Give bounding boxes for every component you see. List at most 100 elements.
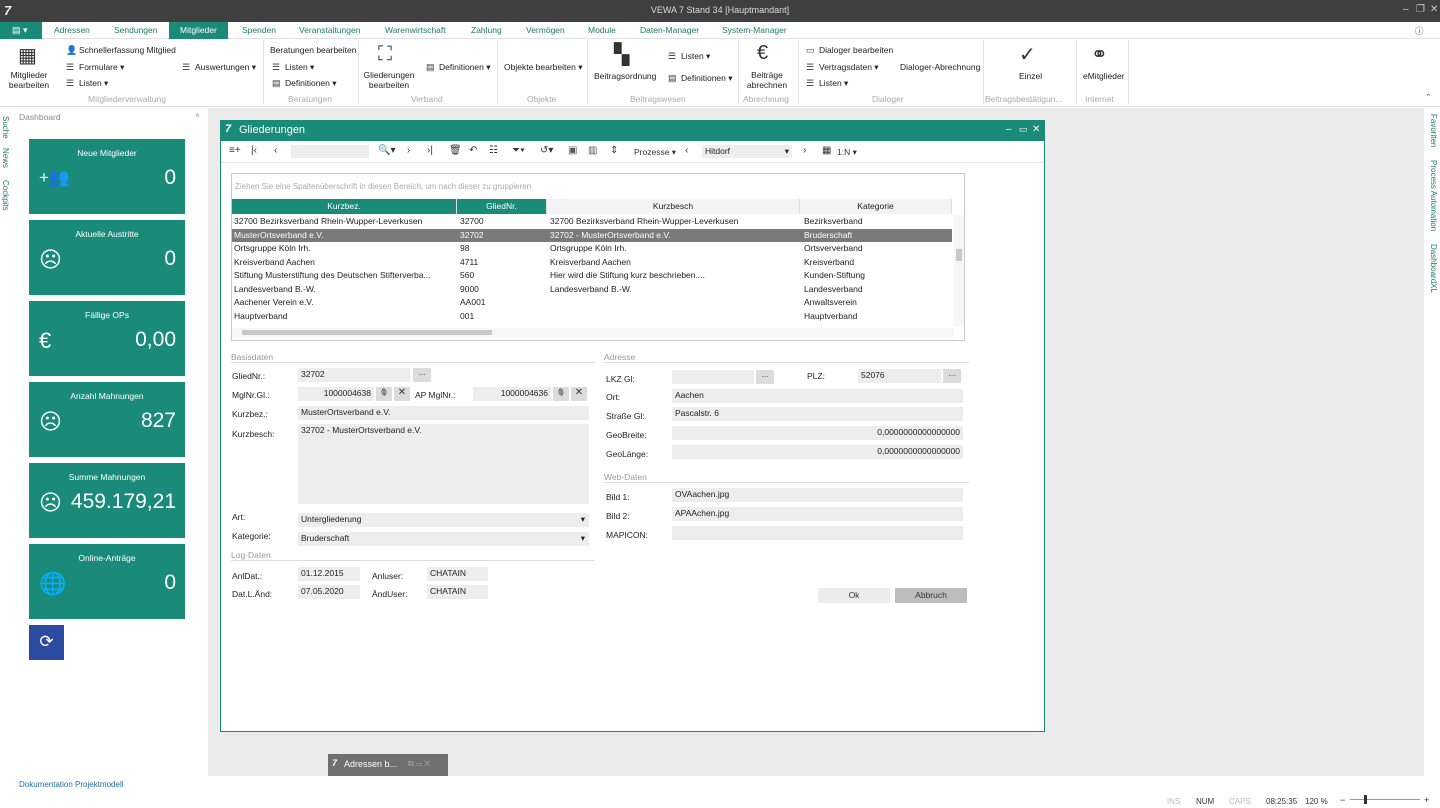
tile-summe-mahnungen[interactable]: Summe Mahnungen ☹ 459.179,21 [29,463,185,538]
tab-sendungen[interactable]: Sendungen [114,25,158,35]
pdf-export-icon[interactable]: ▣ [568,145,577,156]
auswertungen-button[interactable]: ☰ Auswertungen ▾ [182,62,256,73]
zoom-in-icon[interactable]: + [1424,795,1429,805]
sidenav-suche[interactable]: Suche [1,116,10,139]
rightnav-process-automation[interactable]: Process Automation [1429,160,1438,231]
beitragsordnung-button[interactable]: Beitragsordnung [594,71,656,81]
kurzbesch-textarea[interactable]: 32702 - MusterOrtsverband e.V. [298,424,589,504]
vertical-scrollbar[interactable] [954,215,964,327]
doc-link[interactable]: Dokumentation Projektmodell [19,780,124,789]
zoom-slider-thumb[interactable] [1364,795,1367,804]
tab-warenwirtschaft[interactable]: Warenwirtschaft [385,25,446,35]
scrollbar-thumb[interactable] [956,249,962,261]
next-page-icon[interactable]: › [803,145,806,156]
mglnr-clear-button[interactable]: ✕ [394,387,410,401]
geolaenge-field[interactable]: 0,0000000000000000 [672,445,963,459]
table-row[interactable]: Aachener Verein e.V. AA001 Anwaltsverein [232,296,952,310]
ratio-menu[interactable]: 1:N ▾ [837,147,857,158]
tab-adressen[interactable]: Adressen [54,25,90,35]
mitglieder-bearbeiten-button[interactable]: Mitglieder bearbeiten [5,70,53,90]
zoom-slider[interactable] [1350,799,1420,800]
ap-link-button[interactable]: ⟬⟭ [553,387,569,401]
rightnav-dashboardxl[interactable]: DashboardXL [1429,244,1438,293]
pin-icon[interactable]: ª [196,112,199,121]
column-header-gliednr[interactable]: GliedNr. [457,199,547,214]
taskbar-restore-icon[interactable]: ⧉ ▭ ✕ [408,759,430,769]
beratungen-definitionen-button[interactable]: ▤ Definitionen ▾ [272,78,337,89]
objekte-bearbeiten-button[interactable]: Objekte bearbeiten ▾ [504,62,582,73]
sidenav-cockpits[interactable]: Cockpits [1,180,10,211]
table-row[interactable]: Stiftung Musterstiftung des Deutschen St… [232,269,952,283]
next-record-icon[interactable]: › [407,145,410,156]
bw-listen-button[interactable]: ☰ Listen ▾ [668,51,710,62]
prev-record-icon[interactable]: ‹ [274,145,277,156]
minimize-icon[interactable]: – [1403,4,1409,15]
collapse-ribbon-icon[interactable]: ⌃ [1425,92,1432,103]
gliederungen-bearbeiten-button[interactable]: Gliederungen bearbeiten [362,70,416,90]
column-header-kurzbesch[interactable]: Kurzbesch [547,199,800,214]
gliednr-lookup-button[interactable]: ... [413,368,431,382]
table-row[interactable]: Landesverband B.-W. 9000 Landesverband B.-… [232,283,952,297]
tab-system-manager[interactable]: System-Manager [722,25,787,35]
vertragsdaten-button[interactable]: ☰ Vertragsdaten ▾ [806,62,879,73]
hitdorf-dropdown[interactable]: Hitdorf ▾ [702,145,792,158]
einzel-button[interactable]: Einzel [1019,71,1042,81]
dialoger-listen-button[interactable]: ☰ Listen ▾ [806,78,848,89]
bw-definitionen-button[interactable]: ▤ Definitionen ▾ [668,73,733,84]
tile-neue-mitglieder[interactable]: Neue Mitglieder +👥 0 [29,139,185,214]
ort-field[interactable]: Aachen [672,389,963,403]
dialog-maximize-icon[interactable]: ▭ [1019,124,1028,135]
bild1-field[interactable]: OVAachen.jpg [672,488,963,502]
app-menu-button[interactable]: ▤ ▾ [0,22,42,39]
table-row[interactable]: Hauptverband 001 Hauptverband [232,310,952,324]
ok-button[interactable]: Ok [818,588,890,603]
mglnr-field[interactable]: 1000004638 [298,387,374,401]
gliednr-field[interactable]: 32702 [298,368,410,382]
table-row[interactable]: 32700 Bezirksverband Rhein-Wupper-Leverk… [232,215,952,229]
history-icon[interactable]: ↺▾ [540,145,553,156]
search-icon[interactable]: 🔍▾ [378,145,395,156]
add-row-icon[interactable]: ≡+ [229,145,241,156]
numbered-list-icon[interactable]: ☷ [489,145,498,156]
bild2-field[interactable]: APAAchen.jpg [672,507,963,521]
strasse-field[interactable]: Pascalstr. 6 [672,407,963,421]
lkz-lookup-button[interactable]: ... [756,370,774,384]
tab-veranstaltungen[interactable]: Veranstaltungen [299,25,360,35]
listen-button[interactable]: ☰ Listen ▾ [66,78,108,89]
table-row[interactable]: Ortsgruppe Köln Irh. 98 Ortsgruppe Köln Ir… [232,242,952,256]
last-record-icon[interactable]: ›| [427,145,433,156]
tab-zahlung[interactable]: Zahlung [471,25,502,35]
plz-field[interactable]: 52076 [858,369,941,383]
mglnr-link-button[interactable]: ⟬⟭ [376,387,392,401]
table-row[interactable]: Kreisverband Aachen 4711 Kreisverband Aach… [232,256,952,270]
dialoger-bearbeiten-button[interactable]: ▭ Dialoger bearbeiten [806,45,893,56]
dialoger-abrechnung-button[interactable]: Dialoger-Abrechnung [900,62,980,72]
verband-definitionen-button[interactable]: ▤ Definitionen ▾ [426,62,491,73]
zoom-out-icon[interactable]: − [1340,795,1345,805]
help-icon[interactable]: ⓘ [1415,25,1424,37]
filter-icon[interactable]: ⏷▾ [512,145,525,156]
ap-mglnr-field[interactable]: 1000004636 [473,387,551,401]
mapicon-field[interactable] [672,526,963,540]
tile-anzahl-mahnungen[interactable]: Anzahl Mahnungen ☹ 827 [29,382,185,457]
sidenav-news[interactable]: News [1,148,10,168]
prozesse-menu[interactable]: Prozesse ▾ [634,147,676,158]
lkz-field[interactable] [672,370,754,384]
rightnav-favoriten[interactable]: Favoriten [1429,114,1438,147]
beitraege-abrechnen-button[interactable]: Beiträge abrechnen [740,70,794,90]
prev-page-icon[interactable]: ‹ [685,145,688,156]
dialog-close-icon[interactable]: ✕ [1032,124,1040,135]
beratungen-bearbeiten-button[interactable]: Beratungen bearbeiten [270,45,357,55]
tab-daten-manager[interactable]: Daten-Manager [640,25,699,35]
excel-export-icon[interactable]: ▥ [588,145,597,156]
geobreite-field[interactable]: 0,0000000000000000 [672,426,963,440]
kategorie-select[interactable]: Bruderschaft ▾ [298,532,589,546]
taskbar-item-adressen[interactable]: 7 Adressen b... ⧉ ▭ ✕ [328,754,448,776]
schnellerfassung-button[interactable]: 👤 Schnellerfassung Mitglied [66,45,176,56]
emitglieder-button[interactable]: eMitglieder [1083,71,1125,81]
tile-online-antraege[interactable]: Online-Anträge 🌐 0 [29,544,185,619]
beratungen-listen-button[interactable]: ☰ Listen ▾ [272,62,314,73]
dialog-minimize-icon[interactable]: – [1006,124,1012,135]
table-row-selected[interactable]: MusterOrtsverband e.V. 32702 32702 - Muste… [232,228,952,242]
hscrollbar-thumb[interactable] [242,330,492,335]
